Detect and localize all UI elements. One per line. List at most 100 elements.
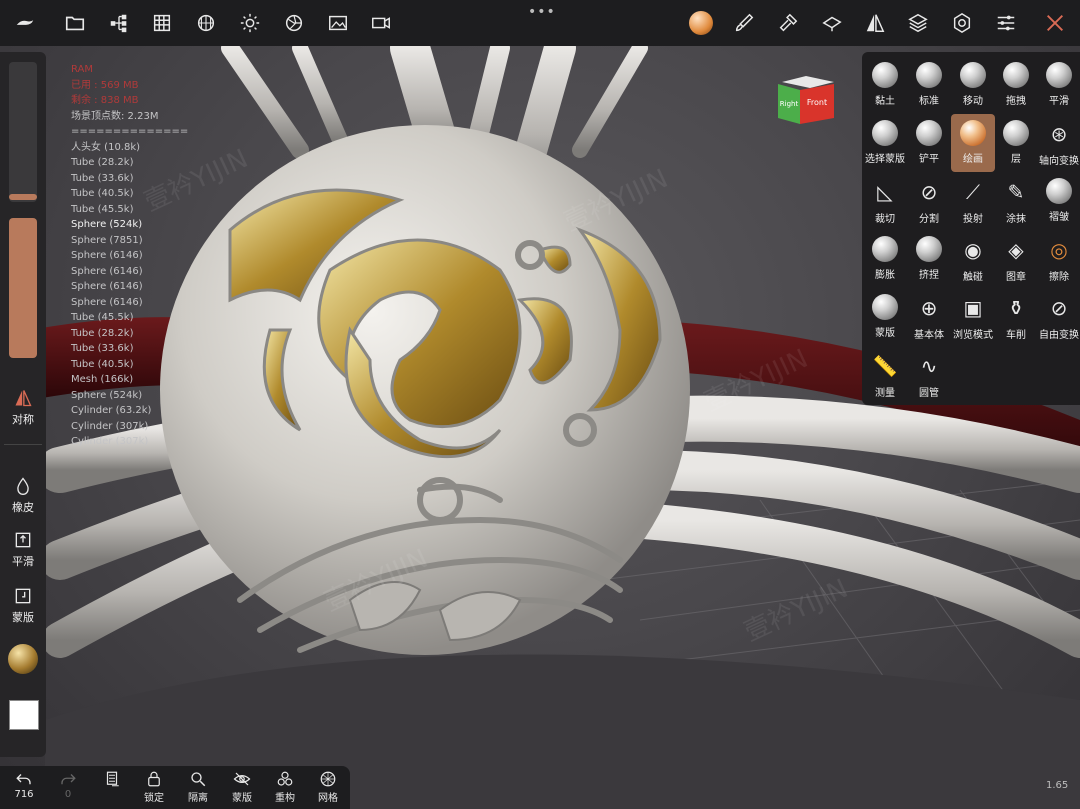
mesh-list-item[interactable]: Cylinder (307k) xyxy=(71,434,188,450)
mesh-list-item[interactable]: Tube (40.5k) xyxy=(71,186,188,202)
tool-label: 轴向变换 xyxy=(1039,156,1079,167)
radius-slider[interactable] xyxy=(9,62,37,202)
stamp-icon: ◈ xyxy=(1008,238,1024,262)
mesh-list-item[interactable]: Sphere (6146) xyxy=(71,264,188,280)
eraser-button[interactable]: 橡皮 xyxy=(0,476,46,515)
stats-line: 剩余 : 838 MB xyxy=(71,95,139,106)
scene-tree-icon[interactable] xyxy=(104,8,134,38)
left-panel: 对称 橡皮 平滑 蒙版 xyxy=(0,52,46,757)
remesh-button[interactable]: 重构 xyxy=(263,770,307,804)
grid-icon[interactable] xyxy=(147,8,177,38)
project-icon: ⟋ xyxy=(966,180,980,204)
mesh-list-item[interactable]: Tube (40.5k) xyxy=(71,357,188,373)
tool-free-transform[interactable]: ⊘ 自由变换 xyxy=(1037,288,1080,346)
sculpt-tools-panel: 黏土 标准 移动 拖拽 平滑 选择蒙版 铲平 绘画层 ⊛ 轴向变换 ◺ 裁切 ⊘ 分割 ⟋ 投射 ✎ 涂抹 褶皱 膨胀… xyxy=(862,52,1080,405)
hide-button[interactable]: 蒙版 xyxy=(220,770,264,804)
mesh-list-item[interactable]: Cylinder (307k) xyxy=(71,419,188,435)
symmetry-icon[interactable] xyxy=(860,8,890,38)
mesh-list-item[interactable]: Sphere (524k) xyxy=(71,388,188,404)
crease-icon xyxy=(1046,178,1072,204)
folder-icon[interactable] xyxy=(60,8,90,38)
mesh-list-item[interactable]: Tube (45.5k) xyxy=(71,202,188,218)
smooth-icon xyxy=(15,532,31,548)
mesh-list-item[interactable]: Cylinder (63.2k) xyxy=(71,403,188,419)
tool-label: 自由变换 xyxy=(1039,330,1079,341)
paint-icon[interactable] xyxy=(817,8,847,38)
camera-icon[interactable] xyxy=(366,8,396,38)
tool-gizmo[interactable]: ⊛ 轴向变换 xyxy=(1037,114,1080,172)
mesh-list-item[interactable]: Tube (33.6k) xyxy=(71,171,188,187)
history-button[interactable] xyxy=(90,770,134,789)
light-icon[interactable] xyxy=(235,8,265,38)
mask-button[interactable]: 蒙版 xyxy=(0,586,46,625)
mesh-list-item[interactable]: Tube (45.5k) xyxy=(71,310,188,326)
undo-button[interactable]: 716 xyxy=(2,770,46,800)
image-icon[interactable] xyxy=(323,8,353,38)
mask-tool-icon xyxy=(872,294,898,320)
mesh-list-item[interactable]: Tube (33.6k) xyxy=(71,341,188,357)
layers-icon[interactable] xyxy=(903,8,933,38)
clay-icon xyxy=(872,62,898,88)
undo-count: 716 xyxy=(14,789,34,800)
mesh-list-item[interactable]: 人头女 (10.8k) xyxy=(71,140,188,156)
tube-curve-icon: ∿ xyxy=(920,354,938,378)
navigation-cube[interactable]: Right Front xyxy=(776,74,836,126)
tool-erase[interactable]: ◎ 擦除 xyxy=(1037,230,1080,288)
isolate-button[interactable]: 隔离 xyxy=(176,770,220,804)
standard-icon xyxy=(916,62,942,88)
tool-crease[interactable]: 褶皱 xyxy=(1037,172,1080,230)
mesh-list-item[interactable]: Tube (28.2k) xyxy=(71,326,188,342)
mesh-list-item[interactable]: Sphere (6146) xyxy=(71,279,188,295)
mesh-list-item[interactable]: Tube (28.2k) xyxy=(71,155,188,171)
stats-line: RAM xyxy=(71,64,94,75)
view-mode-icon: ▣ xyxy=(963,296,983,320)
mesh-list-item[interactable]: Sphere (7851) xyxy=(71,233,188,249)
erase-icon: ◎ xyxy=(1050,238,1068,262)
intensity-slider[interactable] xyxy=(9,218,37,358)
tool-tube-curve[interactable]: ∿ 圆管 xyxy=(907,346,951,404)
material-preview-icon[interactable] xyxy=(8,644,38,674)
mesh-list-item[interactable]: Mesh (166k) xyxy=(71,372,188,388)
mesh-label: 网格 xyxy=(318,793,338,804)
symmetry-toggle[interactable]: 对称 xyxy=(0,388,46,427)
color-swatch[interactable] xyxy=(9,700,39,730)
lathe-icon: ⚱ xyxy=(1007,296,1025,320)
redo-icon xyxy=(61,774,76,785)
flatten-icon xyxy=(916,120,942,146)
mesh-list-item[interactable]: Sphere (6146) xyxy=(71,295,188,311)
gizmo-icon: ⊛ xyxy=(1050,122,1068,146)
menu-logo-icon[interactable] xyxy=(10,8,40,38)
tool-label: 擦除 xyxy=(1049,272,1069,283)
stats-line: 场景顶点数: 2.23M xyxy=(71,110,159,122)
stats-line: 已用 : 569 MB xyxy=(71,79,139,91)
mesh-button[interactable]: 网格 xyxy=(306,770,350,804)
tool-label: 平滑 xyxy=(1049,96,1069,107)
remesh-label: 重构 xyxy=(275,793,295,804)
tools-icon[interactable] xyxy=(1040,8,1070,38)
scene-stats: RAM 已用 : 569 MB 剩余 : 838 MB 场景顶点数: 2.23M ===… xyxy=(71,62,188,450)
layer-icon xyxy=(1003,120,1029,146)
tool-smooth-tool[interactable]: 平滑 xyxy=(1037,56,1080,114)
topology-icon[interactable] xyxy=(191,8,221,38)
material-icon[interactable] xyxy=(279,8,309,38)
nav-cube-right-label: Right xyxy=(780,100,799,108)
isolate-label: 隔离 xyxy=(188,793,208,804)
mesh-list-item[interactable]: Sphere (6146) xyxy=(71,248,188,264)
symmetry-label: 对称 xyxy=(12,413,34,426)
mesh-list-item: ============== xyxy=(71,126,189,137)
sliders-icon[interactable] xyxy=(991,8,1021,38)
material-ball-icon[interactable] xyxy=(686,8,716,38)
redo-button[interactable]: 0 xyxy=(46,770,90,800)
more-menu-icon[interactable]: ••• xyxy=(528,4,556,20)
smooth-button[interactable]: 平滑 xyxy=(0,530,46,569)
inflate-icon xyxy=(872,236,898,262)
mesh-list-item[interactable]: Sphere (524k) xyxy=(71,217,188,233)
drag-icon xyxy=(1003,62,1029,88)
top-toolbar: ••• xyxy=(0,0,1080,46)
settings-icon[interactable] xyxy=(947,8,977,38)
smudge-icon: ✎ xyxy=(1007,180,1025,204)
brush-icon[interactable] xyxy=(729,8,759,38)
eraser-icon xyxy=(17,477,29,495)
lock-button[interactable]: 锁定 xyxy=(132,770,176,804)
hammer-icon[interactable] xyxy=(773,8,803,38)
